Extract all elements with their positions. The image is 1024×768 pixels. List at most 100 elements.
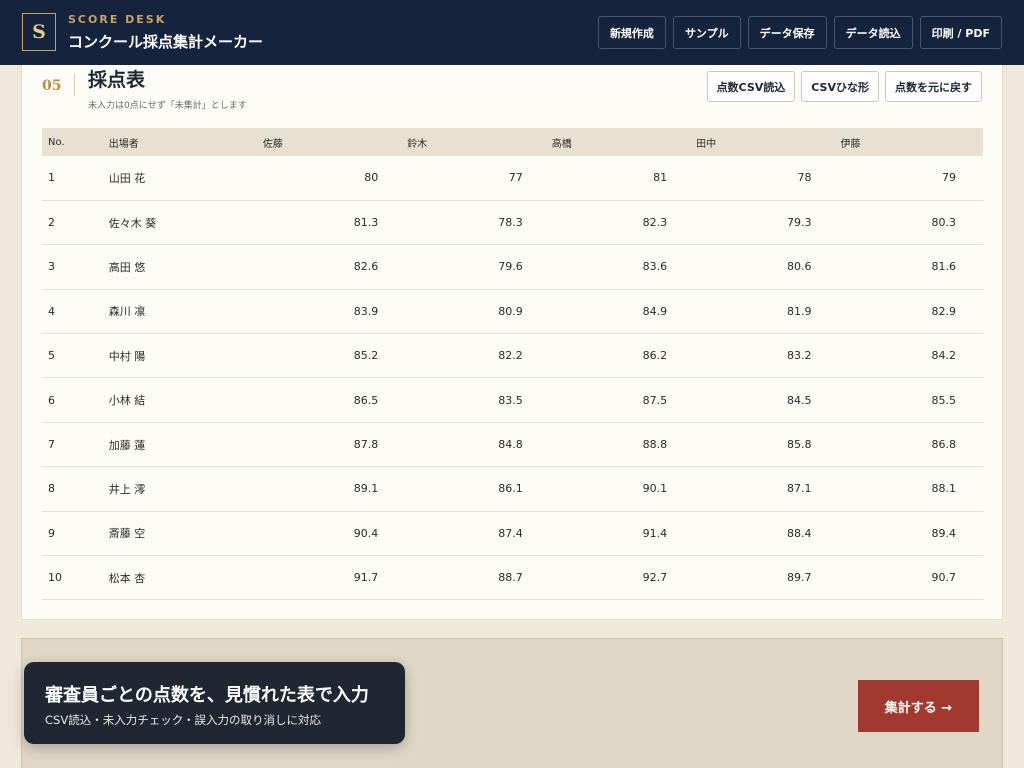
score-cell[interactable]: 84.5: [694, 377, 839, 423]
score-cell[interactable]: 80: [260, 156, 406, 201]
score-cell[interactable]: 89.1: [260, 466, 406, 512]
aggregate-button[interactable]: 集計する →: [858, 680, 979, 732]
table-row: 5 中村 陽 85.2 82.2 86.2 83.2 84.2: [42, 333, 983, 379]
table-header-row: No. 出場者 佐藤 鈴木 高橋 田中 伊藤: [42, 128, 983, 156]
table-row: 10 松本 杏 91.7 88.7 92.7 89.7 90.7: [42, 555, 983, 601]
score-cell[interactable]: 86.1: [405, 466, 550, 512]
row-number: 5: [42, 333, 109, 379]
score-cell[interactable]: 80.9: [405, 289, 550, 335]
score-cell[interactable]: 87.8: [260, 422, 406, 468]
contestant-name: 山田 花: [108, 156, 261, 201]
print-pdf-button[interactable]: 印刷 / PDF: [919, 16, 1002, 49]
score-cell[interactable]: 88.7: [405, 555, 550, 601]
section-divider: [74, 74, 75, 96]
app-title: コンクール採点集計メーカー: [68, 33, 264, 51]
score-cell[interactable]: 83.5: [405, 377, 550, 423]
col-header-judge: 伊藤: [840, 138, 861, 150]
score-cell[interactable]: 89.7: [694, 555, 839, 601]
header-actions: 新規作成 サンプル データ保存 データ読込 印刷 / PDF: [597, 16, 1002, 49]
import-csv-button[interactable]: 点数CSV読込: [706, 71, 796, 102]
score-cell[interactable]: 84.8: [405, 422, 550, 468]
score-cell[interactable]: 83.9: [260, 289, 406, 335]
score-cell[interactable]: 81.6: [838, 244, 983, 290]
table-row: 9 斎藤 空 90.4 87.4 91.4 88.4 89.4: [42, 511, 983, 557]
row-number: 7: [42, 422, 109, 468]
row-number: 9: [42, 511, 109, 557]
toast-subtitle: CSV読込・未入力チェック・誤入力の取り消しに対応: [45, 713, 321, 727]
score-cell[interactable]: 90.1: [549, 466, 695, 512]
score-cell[interactable]: 88.8: [549, 422, 695, 468]
table-row: 7 加藤 蓮 87.8 84.8 88.8 85.8 86.8: [42, 422, 983, 468]
csv-template-button[interactable]: CSVひな形: [801, 71, 879, 102]
score-cell[interactable]: 88.1: [838, 466, 983, 512]
new-button[interactable]: 新規作成: [597, 16, 666, 49]
score-cell[interactable]: 79.6: [405, 244, 550, 290]
score-cell[interactable]: 87.5: [549, 377, 695, 423]
score-cell[interactable]: 90.7: [838, 555, 983, 601]
score-cell[interactable]: 77: [405, 156, 550, 201]
score-cell[interactable]: 91.7: [260, 555, 406, 601]
contestant-name: 井上 澪: [108, 466, 261, 512]
score-cell[interactable]: 79: [838, 156, 983, 201]
score-cell[interactable]: 91.4: [549, 511, 695, 557]
score-cell[interactable]: 81: [549, 156, 695, 201]
score-cell[interactable]: 86.8: [838, 422, 983, 468]
row-number: 10: [42, 555, 109, 601]
score-cell[interactable]: 82.3: [549, 200, 695, 246]
col-header-judge: 田中: [696, 138, 717, 150]
score-cell[interactable]: 83.6: [549, 244, 695, 290]
section-title: 採点表: [88, 69, 146, 91]
score-cell[interactable]: 81.9: [694, 289, 839, 335]
table-row: 2 佐々木 葵 81.3 78.3 82.3 79.3 80.3: [42, 200, 983, 246]
table-body: 1 山田 花 80 77 81 78 79 2 佐々木 葵 81.3 78.3 82.3 79.3 80.…: [42, 156, 983, 601]
load-data-button[interactable]: データ読込: [833, 16, 913, 49]
score-cell[interactable]: 87.4: [405, 511, 550, 557]
score-cell[interactable]: 79.3: [694, 200, 839, 246]
contestant-name: 斎藤 空: [108, 511, 261, 557]
table-row: 6 小林 結 86.5 83.5 87.5 84.5 85.5: [42, 377, 983, 423]
score-cell[interactable]: 88.4: [694, 511, 839, 557]
score-cell[interactable]: 86.2: [549, 333, 695, 379]
section-number: 05: [42, 78, 62, 94]
contestant-name: 小林 結: [108, 377, 261, 423]
contestant-name: 森川 凛: [108, 289, 261, 335]
col-header-judge: 鈴木: [407, 138, 428, 150]
score-cell[interactable]: 84.9: [549, 289, 695, 335]
score-cell[interactable]: 82.6: [260, 244, 406, 290]
score-cell[interactable]: 84.2: [838, 333, 983, 379]
row-number: 3: [42, 244, 109, 290]
contestant-name: 加藤 蓮: [108, 422, 261, 468]
row-number: 2: [42, 200, 109, 246]
save-data-button[interactable]: データ保存: [747, 16, 827, 49]
score-cell[interactable]: 78.3: [405, 200, 550, 246]
table-row: 3 高田 悠 82.6 79.6 83.6 80.6 81.6: [42, 244, 983, 290]
score-cell[interactable]: 80.6: [694, 244, 839, 290]
score-cell[interactable]: 92.7: [549, 555, 695, 601]
score-cell[interactable]: 86.5: [260, 377, 406, 423]
score-cell[interactable]: 90.4: [260, 511, 406, 557]
score-cell[interactable]: 80.3: [838, 200, 983, 246]
col-header-judge: 佐藤: [262, 138, 283, 150]
card-actions: 点数CSV読込 CSVひな形 点数を元に戻す: [706, 71, 982, 102]
score-cell[interactable]: 89.4: [838, 511, 983, 557]
score-cell[interactable]: 82.2: [405, 333, 550, 379]
score-cell[interactable]: 83.2: [694, 333, 839, 379]
sample-button[interactable]: サンプル: [672, 16, 741, 49]
score-cell[interactable]: 87.1: [694, 466, 839, 512]
contestant-name: 中村 陽: [108, 333, 261, 379]
col-header-no: No.: [48, 136, 65, 148]
table-row: 8 井上 澪 89.1 86.1 90.1 87.1 88.1: [42, 466, 983, 512]
revert-scores-button[interactable]: 点数を元に戻す: [885, 71, 982, 102]
score-cell[interactable]: 78: [694, 156, 839, 201]
contestant-name: 佐々木 葵: [108, 200, 261, 246]
score-cell[interactable]: 85.8: [694, 422, 839, 468]
score-cell[interactable]: 82.9: [838, 289, 983, 335]
feature-toast: 審査員ごとの点数を、見慣れた表で入力 CSV読込・未入力チェック・誤入力の取り消…: [24, 662, 405, 744]
score-cell[interactable]: 85.2: [260, 333, 406, 379]
col-header-judge: 高橋: [551, 138, 572, 150]
col-header-name: 出場者: [108, 138, 139, 150]
row-number: 8: [42, 466, 109, 512]
row-number: 4: [42, 289, 109, 335]
score-cell[interactable]: 81.3: [260, 200, 406, 246]
score-cell[interactable]: 85.5: [838, 377, 983, 423]
